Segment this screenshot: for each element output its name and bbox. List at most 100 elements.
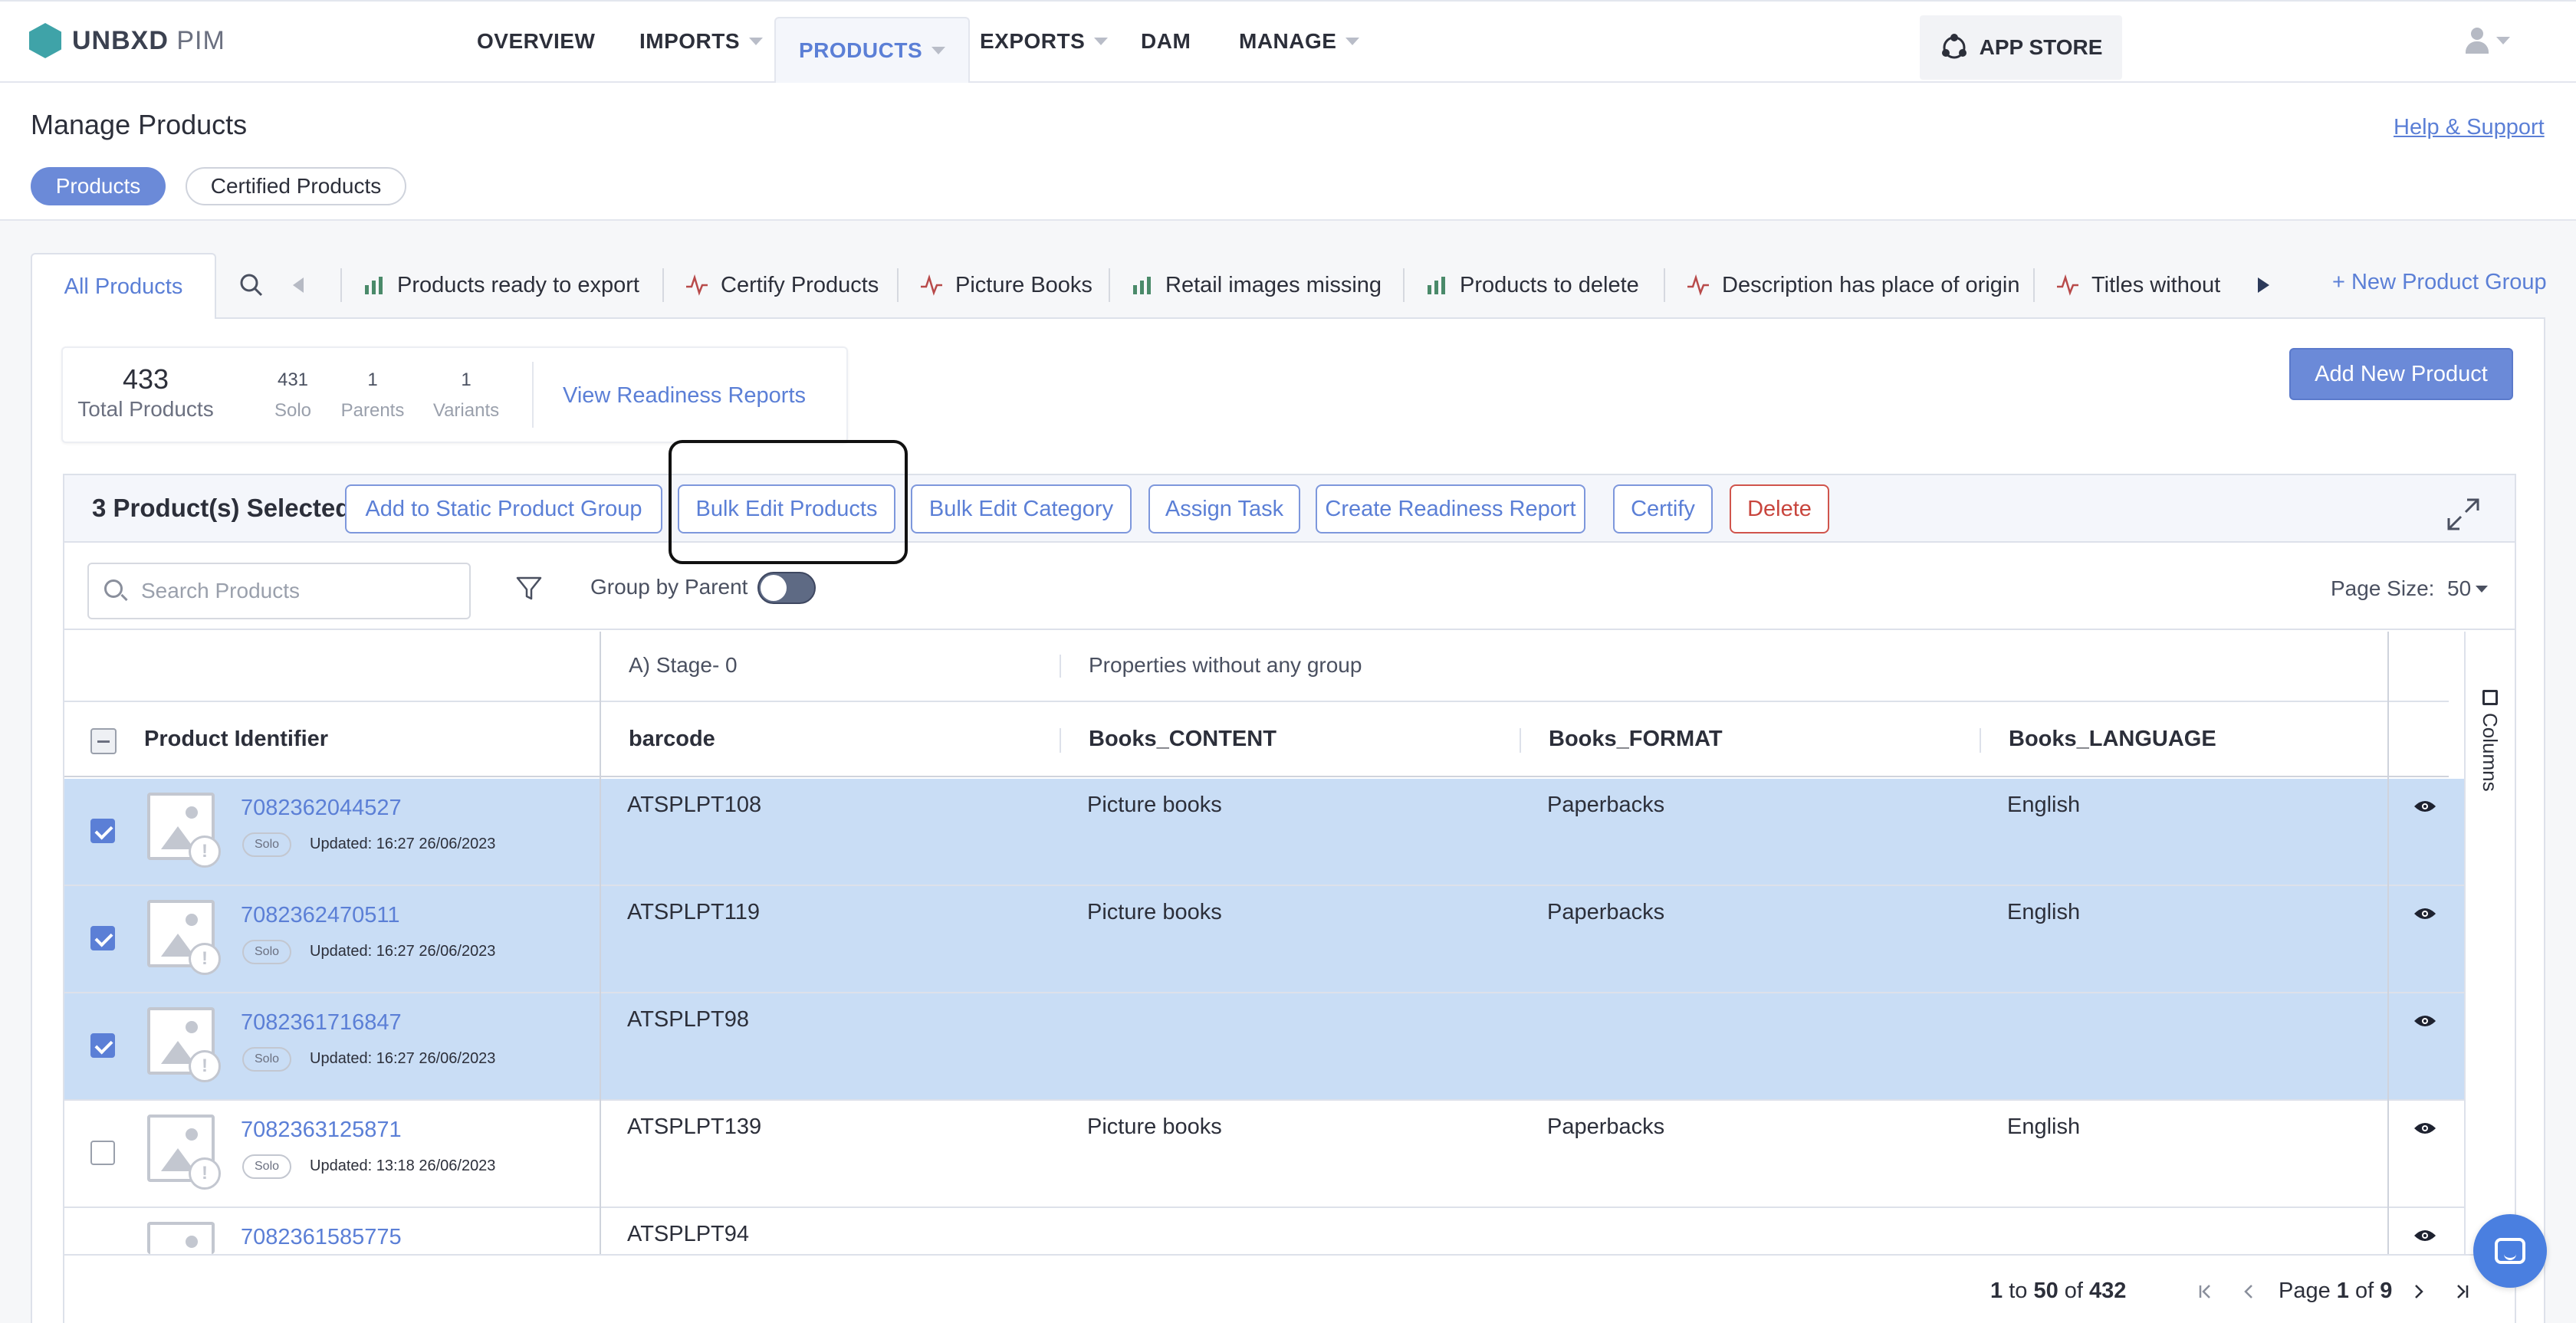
assign-task-button[interactable]: Assign Task <box>1148 484 1300 533</box>
column-books-language[interactable]: Books_LANGUAGE <box>2009 727 2216 752</box>
language-cell[interactable]: English <box>2007 900 2080 925</box>
filter-icon[interactable] <box>515 575 543 602</box>
select-all-checkbox[interactable] <box>90 728 117 754</box>
format-cell[interactable]: Paperbacks <box>1547 793 1664 818</box>
pulse-icon <box>1687 274 1709 296</box>
product-id-link[interactable]: 7082362044527 <box>241 796 402 821</box>
nav-manage[interactable]: MANAGE <box>1239 0 1360 83</box>
nav-products[interactable]: PRODUCTS <box>774 17 971 83</box>
warning-icon: ! <box>189 943 221 975</box>
group-tab-description-origin[interactable]: Description has place of origin <box>1687 253 2019 317</box>
format-cell[interactable]: Paperbacks <box>1547 1115 1664 1140</box>
product-id-link[interactable]: 7082362470511 <box>241 903 400 928</box>
scroll-right-icon[interactable] <box>2254 276 2272 294</box>
table-row[interactable] <box>64 993 2464 1101</box>
app-store-button[interactable]: APP STORE <box>1920 15 2122 80</box>
group-tab-certify-products[interactable]: Certify Products <box>685 253 879 317</box>
bar-chart-icon <box>1133 277 1151 294</box>
group-tab-products-ready-to-export[interactable]: Products ready to export <box>363 253 639 317</box>
expand-icon[interactable] <box>2446 497 2481 532</box>
group-tab-titles-without[interactable]: Titles without <box>2056 253 2220 317</box>
row-checkbox[interactable] <box>90 1141 115 1165</box>
updated-timestamp: Updated: 16:27 26/06/2023 <box>310 835 496 852</box>
updated-timestamp: Updated: 16:27 26/06/2023 <box>310 1050 496 1067</box>
unbxd-logo[interactable]: UNBXD PIM <box>29 23 225 58</box>
row-checkbox[interactable] <box>90 926 115 950</box>
previous-page-icon[interactable] <box>2240 1283 2257 1300</box>
group-tab-retail-images-missing[interactable]: Retail images missing <box>1132 253 1382 317</box>
format-cell[interactable]: Paperbacks <box>1547 900 1664 925</box>
group-tab-picture-books[interactable]: Picture Books <box>920 253 1092 317</box>
eye-icon[interactable] <box>2413 1121 2436 1136</box>
barcode-cell[interactable]: ATSPLPT139 <box>627 1115 761 1140</box>
table-row[interactable] <box>64 1101 2464 1208</box>
eye-icon[interactable] <box>2413 799 2436 814</box>
content-cell[interactable]: Picture books <box>1087 793 1222 818</box>
search-icon <box>104 579 123 598</box>
record-range: 1 to 50 of 432 <box>1990 1279 2127 1303</box>
chat-support-button[interactable] <box>2473 1214 2547 1288</box>
content-cell[interactable]: Picture books <box>1087 1115 1222 1140</box>
search-input[interactable]: Search Products <box>87 563 471 619</box>
row-checkbox[interactable] <box>90 819 115 843</box>
group-tab-products-to-delete[interactable]: Products to delete <box>1426 253 1639 317</box>
last-page-icon[interactable] <box>2453 1283 2470 1300</box>
column-product-identifier[interactable]: Product Identifier <box>144 727 328 752</box>
table-row[interactable] <box>64 779 2464 886</box>
new-product-group-link[interactable]: + New Product Group <box>2332 270 2547 295</box>
product-id-link[interactable]: 7082363125871 <box>241 1118 402 1143</box>
page-size-label: Page Size: <box>2331 576 2435 600</box>
eye-icon[interactable] <box>2413 906 2436 921</box>
parents-label: Parents <box>340 400 405 421</box>
divider <box>600 632 601 1323</box>
row-checkbox[interactable] <box>90 1033 115 1058</box>
chevron-down-icon <box>1094 38 1109 45</box>
content-cell[interactable]: Picture books <box>1087 900 1222 925</box>
help-support-link[interactable]: Help & Support <box>2394 115 2545 140</box>
pulse-icon <box>921 274 942 296</box>
create-readiness-report-button[interactable]: Create Readiness Report <box>1316 484 1585 533</box>
eye-icon[interactable] <box>2413 1228 2436 1243</box>
first-page-icon[interactable] <box>2197 1283 2214 1300</box>
column-barcode[interactable]: barcode <box>629 727 715 752</box>
eye-icon[interactable] <box>2413 1013 2436 1029</box>
nav-exports[interactable]: EXPORTS <box>980 0 1109 83</box>
table-row[interactable] <box>64 886 2464 993</box>
scroll-left-icon[interactable] <box>290 276 308 294</box>
selected-count: 3 Product(s) Selected <box>92 494 351 522</box>
delete-button[interactable]: Delete <box>1730 484 1829 533</box>
barcode-cell[interactable]: ATSPLPT94 <box>627 1222 749 1247</box>
language-cell[interactable]: English <box>2007 1115 2080 1140</box>
group-by-parent-label: Group by Parent <box>590 575 748 599</box>
column-books-content[interactable]: Books_CONTENT <box>1089 727 1276 752</box>
view-readiness-reports-link[interactable]: View Readiness Reports <box>563 383 806 409</box>
type-badge: Solo <box>242 940 292 964</box>
columns-toggle-label[interactable]: Columns <box>2478 690 2502 792</box>
tab-certified-products[interactable]: Certified Products <box>186 167 406 205</box>
nav-dam[interactable]: DAM <box>1141 0 1191 83</box>
group-by-parent-toggle[interactable] <box>757 572 816 604</box>
tab-separator <box>340 268 342 302</box>
barcode-cell[interactable]: ATSPLPT98 <box>627 1007 749 1032</box>
warning-icon: ! <box>189 835 221 868</box>
next-page-icon[interactable] <box>2410 1283 2427 1300</box>
language-cell[interactable]: English <box>2007 793 2080 818</box>
nav-overview[interactable]: OVERVIEW <box>477 0 595 83</box>
user-menu[interactable] <box>2464 28 2510 54</box>
search-icon[interactable] <box>238 271 265 299</box>
column-books-format[interactable]: Books_FORMAT <box>1549 727 1723 752</box>
product-id-link[interactable]: 7082361716847 <box>241 1010 402 1036</box>
nav-imports[interactable]: IMPORTS <box>639 0 764 83</box>
add-new-product-button[interactable]: Add New Product <box>2289 348 2513 400</box>
tab-all-products[interactable]: All Products <box>31 253 216 319</box>
chevron-down-icon <box>1346 38 1360 45</box>
bulk-edit-category-button[interactable]: Bulk Edit Category <box>911 484 1132 533</box>
tab-products[interactable]: Products <box>31 167 166 205</box>
tab-separator <box>1664 268 1665 302</box>
page-size-select[interactable]: 50 <box>2447 576 2489 601</box>
barcode-cell[interactable]: ATSPLPT108 <box>627 793 761 818</box>
add-to-static-group-button[interactable]: Add to Static Product Group <box>345 484 662 533</box>
barcode-cell[interactable]: ATSPLPT119 <box>627 900 760 925</box>
product-id-link[interactable]: 7082361585775 <box>241 1225 402 1250</box>
certify-button[interactable]: Certify <box>1613 484 1713 533</box>
